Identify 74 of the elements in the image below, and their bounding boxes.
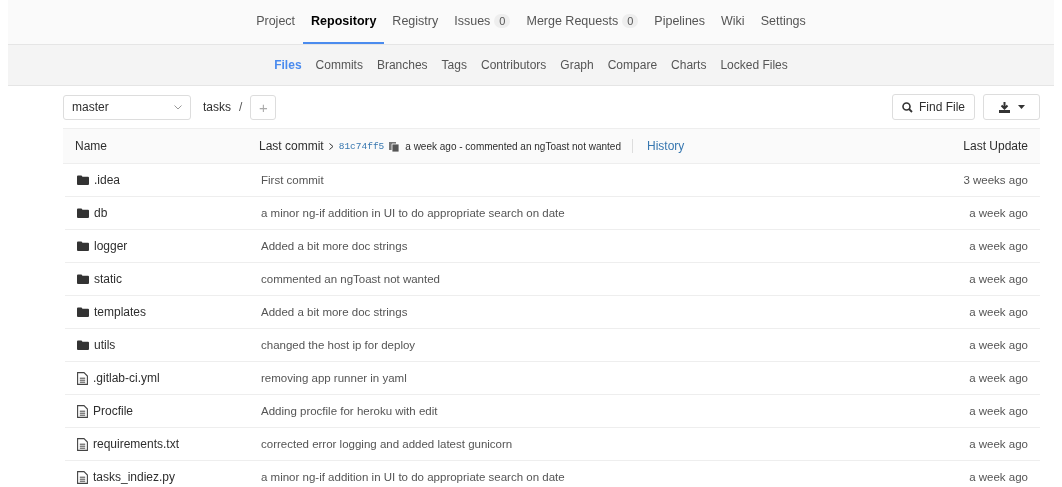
commit-message-link[interactable]: changed the host ip for deploy [261,338,868,352]
file-name-link[interactable]: templates [77,305,261,319]
folder-icon [77,340,89,350]
folder-icon [77,175,89,185]
last-commit-label: Last commit [259,139,324,153]
file-name-link[interactable]: logger [77,239,261,253]
sub-tab[interactable]: Branches [369,45,435,85]
branch-dropdown[interactable]: master [63,94,191,120]
file-name-link[interactable]: static [77,272,261,286]
download-icon [998,101,1010,113]
commit-message-link[interactable]: corrected error logging and added latest gunicorn [261,437,868,451]
sub-tab[interactable]: Locked Files [713,45,795,85]
commit-info: a week ago - commented an ngToast not wanted [405,140,621,152]
file-name-link[interactable]: Procfile [77,404,261,418]
updated-time: a week ago [968,305,1028,319]
path-separator: / [239,100,243,114]
path-link[interactable]: tasks [203,100,231,114]
count-badge: 0 [622,14,639,28]
commit-message-link[interactable]: a minor ng-if addition in UI to do appropriate search on date [261,206,868,220]
folder-icon [77,241,89,251]
updated-time: a week ago [968,239,1028,253]
updated-time: 3 weeks ago [962,173,1028,187]
updated-time: a week ago [968,470,1028,484]
updated-time: a week ago [968,404,1028,418]
file-name-link[interactable]: tasks_indiez.py [77,470,261,484]
updated-time: a week ago [968,206,1028,220]
count-badge: 0 [494,14,511,28]
file-icon [77,437,88,451]
file-name-link[interactable]: .idea [77,173,261,187]
column-header: Name [75,139,108,153]
search-icon [902,101,913,113]
chevron-icon [174,104,182,110]
download-button[interactable] [983,94,1040,120]
commit-message-link[interactable]: a minor ng-if addition in UI to do appropriate search on date [261,470,868,484]
updated-time: a week ago [968,338,1028,352]
file-name-link[interactable]: utils [77,338,261,352]
find-file-button[interactable]: Find File [892,94,975,120]
nav-tab[interactable]: Issues 0 [446,0,519,44]
nav-tab[interactable]: Settings [752,0,814,44]
commit-message-link[interactable]: Added a bit more doc strings [261,239,868,253]
sub-tab[interactable]: Commits [308,45,370,85]
file-name-link[interactable]: .gitlab-ci.yml [77,371,261,385]
updated-time: a week ago [968,272,1028,286]
file-icon [77,404,88,418]
caret-icon [1017,105,1025,109]
column-header: Last Update [962,139,1028,153]
updated-time: a week ago [968,437,1028,451]
file-name-link[interactable]: requirements.txt [77,437,261,451]
commit-message-link[interactable]: commented an ngToast not wanted [261,272,868,286]
nav-tab[interactable]: Project [248,0,304,44]
sub-tab[interactable]: Graph [553,45,601,85]
file-icon [77,371,88,385]
folder-icon [77,274,89,284]
nav-tab[interactable]: Registry [384,0,447,44]
chevron-icon [328,142,334,150]
commit-sha-link[interactable]: 81c74ff5 [338,140,385,152]
sub-tab[interactable]: Compare [600,45,665,85]
file-name-link[interactable]: db [77,206,261,220]
commit-message-link[interactable]: Added a bit more doc strings [261,305,868,319]
clipboard-icon [389,140,401,152]
nav-tab[interactable]: Merge Requests 0 [518,0,647,44]
history-link[interactable]: History [632,139,685,153]
commit-message-link[interactable]: First commit [261,173,868,187]
folder-icon [77,208,89,218]
sub-tab[interactable]: Contributors [473,45,554,85]
commit-message-link[interactable]: Adding procfile for heroku with edit [261,404,868,418]
file-icon [77,470,88,484]
updated-time: a week ago [968,371,1028,385]
folder-icon [77,307,89,317]
nav-tab[interactable]: Wiki [713,0,753,44]
nav-tab[interactable]: Pipelines [646,0,714,44]
sub-tab[interactable]: Charts [664,45,714,85]
commit-message-link[interactable]: removing app runner in yaml [261,371,868,385]
sub-tab[interactable]: Tags [434,45,474,85]
